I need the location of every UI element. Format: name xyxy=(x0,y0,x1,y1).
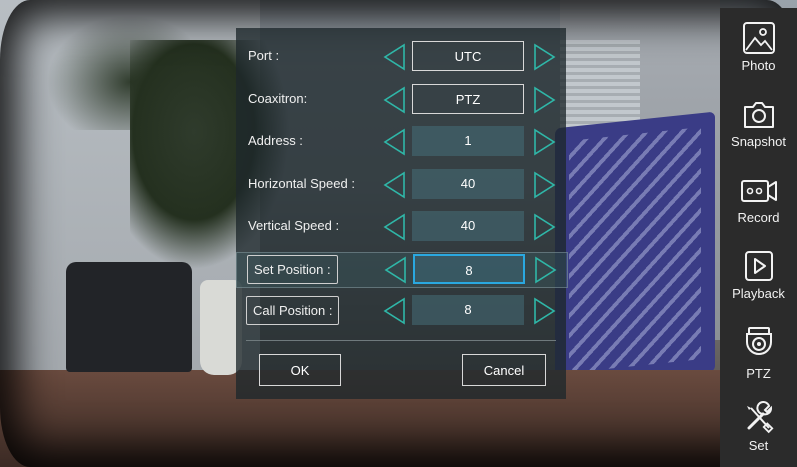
ok-button[interactable]: OK xyxy=(259,354,341,386)
increase-arrow-icon[interactable] xyxy=(533,128,557,156)
increase-arrow-icon[interactable] xyxy=(534,256,558,284)
decrease-arrow-icon[interactable] xyxy=(383,256,407,284)
increase-arrow-icon[interactable] xyxy=(533,43,557,71)
decrease-arrow-icon[interactable] xyxy=(382,297,406,325)
ptz-camera-icon xyxy=(745,327,772,355)
address-value[interactable]: 1 xyxy=(412,126,524,156)
camera-icon xyxy=(743,102,774,128)
ptz-label: PTZ xyxy=(746,366,771,381)
call-position-value[interactable]: 8 xyxy=(412,295,524,325)
horizontal-speed-value[interactable]: 40 xyxy=(412,169,524,199)
vertical-speed-value[interactable]: 40 xyxy=(412,211,524,241)
row-set-position: Set Position : 8 xyxy=(236,252,568,288)
decrease-arrow-icon[interactable] xyxy=(382,43,406,71)
coaxitron-value[interactable]: PTZ xyxy=(412,84,524,114)
row-label: Port : xyxy=(248,48,280,63)
photo-label: Photo xyxy=(741,58,776,73)
row-vertical-speed: Vertical Speed : 40 xyxy=(236,210,566,244)
playback-icon xyxy=(744,251,773,281)
set-label: Set xyxy=(748,438,769,453)
record-button[interactable]: Record xyxy=(720,160,797,236)
playback-label: Playback xyxy=(732,286,785,301)
row-label: Vertical Speed : xyxy=(248,218,340,233)
record-icon xyxy=(740,180,777,202)
row-label: Address : xyxy=(248,133,303,148)
decrease-arrow-icon[interactable] xyxy=(382,171,406,199)
record-label: Record xyxy=(737,210,780,225)
set-button[interactable]: Set xyxy=(720,388,797,464)
row-call-position: Call Position : 8 xyxy=(236,294,566,328)
snapshot-label: Snapshot xyxy=(731,134,786,149)
increase-arrow-icon[interactable] xyxy=(533,213,557,241)
row-horizontal-speed: Horizontal Speed : 40 xyxy=(236,168,566,202)
row-port: Port : UTC xyxy=(236,40,566,74)
row-label: Horizontal Speed : xyxy=(248,176,355,191)
snapshot-button[interactable]: Snapshot xyxy=(720,84,797,160)
photo-button[interactable]: Photo xyxy=(720,8,797,84)
decrease-arrow-icon[interactable] xyxy=(382,128,406,156)
row-coaxitron: Coaxitron: PTZ xyxy=(236,83,566,117)
ptz-button[interactable]: PTZ xyxy=(720,312,797,388)
row-label: Coaxitron: xyxy=(248,91,308,106)
photo-icon xyxy=(742,22,775,54)
increase-arrow-icon[interactable] xyxy=(533,86,557,114)
set-position-label[interactable]: Set Position : xyxy=(247,255,338,284)
set-position-value[interactable]: 8 xyxy=(413,254,525,284)
right-toolbar: Photo Snapshot Record Playback PTZ Set xyxy=(720,8,797,467)
playback-button[interactable]: Playback xyxy=(720,236,797,312)
call-position-label[interactable]: Call Position : xyxy=(246,296,340,325)
decrease-arrow-icon[interactable] xyxy=(382,213,406,241)
cancel-button[interactable]: Cancel xyxy=(462,354,546,386)
divider xyxy=(246,340,556,341)
increase-arrow-icon[interactable] xyxy=(533,297,557,325)
tools-icon xyxy=(746,401,774,434)
row-address: Address : 1 xyxy=(236,125,566,159)
decrease-arrow-icon[interactable] xyxy=(382,86,406,114)
ptz-settings-dialog: Port : UTC Coaxitron: PTZ Address : 1 Ho… xyxy=(236,28,568,399)
port-value[interactable]: UTC xyxy=(412,41,524,71)
increase-arrow-icon[interactable] xyxy=(533,171,557,199)
